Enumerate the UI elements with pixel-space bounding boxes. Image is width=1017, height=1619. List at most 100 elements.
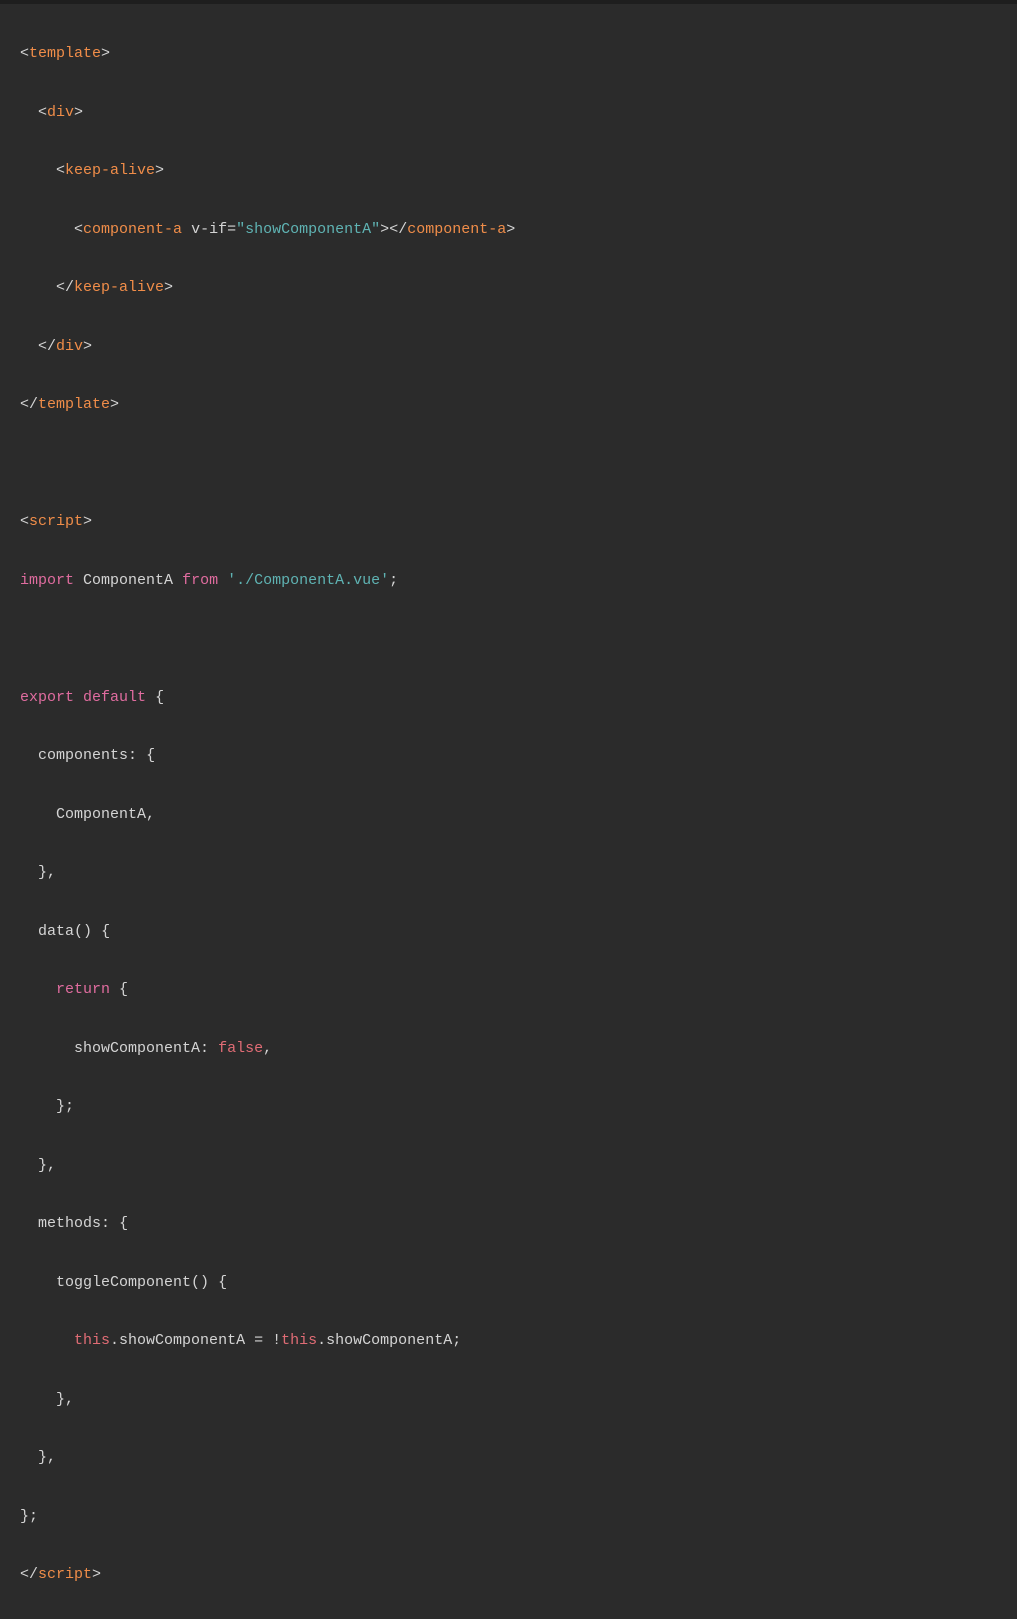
punct-open: < <box>74 221 83 238</box>
code-line-blank <box>20 449 1017 478</box>
tag-template: template <box>29 45 101 62</box>
punct-paren: () <box>191 1274 209 1291</box>
indent <box>20 1332 74 1349</box>
punct-semi: ; <box>452 1332 461 1349</box>
ident-componenta: ComponentA <box>83 572 173 589</box>
punct-close: > <box>380 221 389 238</box>
tag-keep-alive-close: keep-alive <box>74 279 164 296</box>
space <box>110 1215 119 1232</box>
quote: " <box>371 221 380 238</box>
punct-brace: { <box>146 747 155 764</box>
quote: ' <box>227 572 236 589</box>
code-line: <keep-alive> <box>20 156 1017 185</box>
code-line: toggleComponent() { <box>20 1268 1017 1297</box>
quote: " <box>236 221 245 238</box>
space <box>209 1040 218 1057</box>
punct-open: < <box>20 45 29 62</box>
code-line: this.showComponentA = !this.showComponen… <box>20 1326 1017 1355</box>
punct-open: </ <box>56 279 74 296</box>
quote: ' <box>380 572 389 589</box>
tag-script: script <box>29 513 83 530</box>
indent <box>20 806 56 823</box>
punct-close: > <box>155 162 164 179</box>
punct-brace: } <box>38 1157 47 1174</box>
prop-methods: methods <box>38 1215 101 1232</box>
punct-close: > <box>92 1566 101 1583</box>
code-line: return { <box>20 975 1017 1004</box>
code-line: ComponentA, <box>20 800 1017 829</box>
punct-paren: () <box>74 923 92 940</box>
space <box>218 572 227 589</box>
punct-close: > <box>83 338 92 355</box>
punct-dot: . <box>317 1332 326 1349</box>
punct-close: > <box>110 396 119 413</box>
punct-comma: , <box>47 864 56 881</box>
kw-this: this <box>281 1332 317 1349</box>
indent <box>20 1274 56 1291</box>
punct-close: > <box>164 279 173 296</box>
indent <box>20 747 38 764</box>
indent <box>20 338 38 355</box>
punct-open: </ <box>20 396 38 413</box>
punct-comma: , <box>47 1449 56 1466</box>
code-line: </template> <box>20 390 1017 419</box>
punct-open: </ <box>38 338 56 355</box>
tag-script-close: script <box>38 1566 92 1583</box>
code-line: import ComponentA from './ComponentA.vue… <box>20 566 1017 595</box>
indent <box>20 1449 38 1466</box>
tag-template-close: template <box>38 396 110 413</box>
space <box>74 572 83 589</box>
punct-brace: } <box>56 1098 65 1115</box>
code-line: }, <box>20 1151 1017 1180</box>
punct-semi: ; <box>389 572 398 589</box>
punct-close: > <box>101 45 110 62</box>
code-line: export default { <box>20 683 1017 712</box>
kw-import: import <box>20 572 74 589</box>
code-line: }, <box>20 1443 1017 1472</box>
punct-close: > <box>74 104 83 121</box>
space <box>263 1332 272 1349</box>
punct-semi: ; <box>65 1098 74 1115</box>
punct-open: </ <box>389 221 407 238</box>
punct-brace: { <box>119 981 128 998</box>
code-line: data() { <box>20 917 1017 946</box>
indent <box>20 279 56 296</box>
code-line: </keep-alive> <box>20 273 1017 302</box>
tag-div-close: div <box>56 338 83 355</box>
indent <box>20 104 38 121</box>
space <box>137 747 146 764</box>
tag-keep-alive: keep-alive <box>65 162 155 179</box>
space <box>92 923 101 940</box>
prop-showcomponenta: showComponentA <box>326 1332 452 1349</box>
code-line: }, <box>20 1385 1017 1414</box>
punct-open: < <box>38 104 47 121</box>
code-editor-content[interactable]: <template> <div> <keep-alive> <component… <box>0 4 1017 1619</box>
punct-open: < <box>56 162 65 179</box>
code-line: </script> <box>20 1560 1017 1589</box>
prop-showcomponenta: showComponentA <box>74 1040 200 1057</box>
bool-false: false <box>218 1040 263 1057</box>
indent <box>20 1215 38 1232</box>
attr-value: showComponentA <box>245 221 371 238</box>
kw-this: this <box>74 1332 110 1349</box>
indent <box>20 864 38 881</box>
space <box>173 572 182 589</box>
punct-bang: ! <box>272 1332 281 1349</box>
punct-brace: } <box>38 864 47 881</box>
punct-close: > <box>83 513 92 530</box>
space <box>245 1332 254 1349</box>
code-line: <template> <box>20 39 1017 68</box>
tag-div: div <box>47 104 74 121</box>
indent <box>20 981 56 998</box>
punct-brace: } <box>38 1449 47 1466</box>
kw-default: default <box>83 689 146 706</box>
kw-return: return <box>56 981 110 998</box>
punct-open: < <box>20 513 29 530</box>
attr-v-if: v-if <box>191 221 227 238</box>
indent <box>20 1040 74 1057</box>
indent <box>20 923 38 940</box>
punct-close: > <box>506 221 515 238</box>
code-line: <script> <box>20 507 1017 536</box>
punct-eq: = <box>227 221 236 238</box>
punct-comma: , <box>146 806 155 823</box>
